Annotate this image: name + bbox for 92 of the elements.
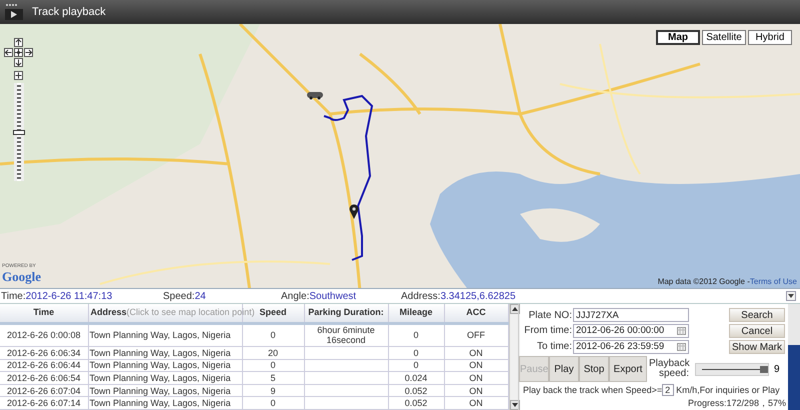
- table-cell: Town Planning Way, Lagos, Nigeria: [88, 396, 242, 410]
- table-cell: ON: [444, 396, 508, 410]
- field-label: From time:: [523, 325, 573, 336]
- table-cell: 2012-6-26 6:07:14: [0, 396, 88, 410]
- action-button[interactable]: Show Mark: [729, 340, 785, 354]
- table-cell: 2012-6-26 6:06:44: [0, 359, 88, 372]
- info-value: 3.34125,6.62825: [440, 290, 516, 302]
- up-arrow-icon[interactable]: [512, 307, 518, 311]
- car-icon: [306, 90, 324, 100]
- info-label: Time:: [1, 290, 26, 302]
- pan-up-button[interactable]: [14, 38, 23, 47]
- scroll-down-button[interactable]: [510, 400, 520, 410]
- table-cell: 0: [242, 323, 304, 346]
- table-cell: Town Planning Way, Lagos, Nigeria: [88, 359, 242, 372]
- play-icon: [4, 3, 24, 21]
- table-cell: 5: [242, 372, 304, 384]
- input-field[interactable]: 2012-06-26 23:59:59: [573, 340, 689, 354]
- scrollbar-thumb[interactable]: [788, 345, 800, 410]
- table-cell: Town Planning Way, Lagos, Nigeria: [88, 384, 242, 397]
- map-attribution: Map data ©2012 Google -: [658, 277, 750, 286]
- threshold-note: Km/h,For inquiries or Play: [676, 385, 780, 395]
- table-cell: 2012-6-26 0:00:08: [0, 323, 88, 346]
- zoom-slider[interactable]: [14, 83, 24, 181]
- info-label: Angle:: [281, 290, 310, 302]
- info-label: Speed:: [163, 290, 195, 302]
- table-cell: 0.052: [388, 396, 444, 410]
- calendar-icon[interactable]: [677, 326, 686, 335]
- table-cell: 0.052: [388, 384, 444, 397]
- table-cell: ON: [444, 372, 508, 384]
- table-cell: Town Planning Way, Lagos, Nigeria: [88, 346, 242, 360]
- table-cell: 0: [388, 323, 444, 346]
- info-label: Address:: [401, 290, 440, 302]
- field-label: To time:: [536, 341, 573, 352]
- column-header: Address: [90, 307, 127, 318]
- progress-text: Progress:172/298，57%: [686, 397, 787, 410]
- center-button[interactable]: [14, 48, 23, 57]
- table-cell: ON: [444, 359, 508, 372]
- action-button[interactable]: Search: [729, 308, 785, 322]
- column-header: Parking Duration:: [304, 304, 388, 324]
- playback-button[interactable]: Export: [609, 356, 647, 382]
- table-cell: Town Planning Way, Lagos, Nigeria: [88, 372, 242, 384]
- table-cell: 0: [242, 359, 304, 372]
- threshold-label: Play back the track when Speed>=: [523, 385, 662, 395]
- column-hint: (Click to see map location point): [126, 307, 255, 318]
- table-cell: 6hour 6minute 16second: [304, 323, 388, 346]
- input-field[interactable]: 2012-06-26 00:00:00: [573, 324, 689, 338]
- table-cell: 0.024: [388, 372, 444, 384]
- table-cell: 20: [242, 346, 304, 360]
- scroll-up-button[interactable]: [510, 304, 520, 314]
- zoom-slider-thumb[interactable]: [12, 130, 24, 134]
- map-pin-icon: [348, 204, 360, 220]
- caret-icon[interactable]: [788, 294, 794, 298]
- terms-link[interactable]: Terms of Use: [750, 277, 797, 286]
- table-cell: 0: [242, 396, 304, 410]
- zoom-in-button[interactable]: [14, 71, 23, 80]
- field-label: Plate NO:: [528, 310, 573, 321]
- action-button[interactable]: Cancel: [729, 324, 785, 338]
- window-title: Track playback: [32, 6, 106, 18]
- speed-label: Playback speed:: [649, 359, 689, 379]
- pan-down-button[interactable]: [14, 58, 23, 67]
- column-header: Mileage: [388, 304, 444, 324]
- table-cell: 2012-6-26 6:06:54: [0, 372, 88, 384]
- map-type-button[interactable]: Satellite: [702, 30, 746, 45]
- table-cell: 2012-6-26 6:06:34: [0, 346, 88, 360]
- pan-left-button[interactable]: [4, 48, 13, 57]
- map-type-button[interactable]: Hybrid: [748, 30, 792, 45]
- playback-button[interactable]: Stop: [579, 356, 609, 382]
- table-cell: 0: [388, 359, 444, 372]
- dropdown-button[interactable]: [786, 291, 796, 301]
- table-cell: ON: [444, 384, 508, 397]
- input-field[interactable]: JJJ727XA: [573, 308, 689, 322]
- logo: Google: [2, 269, 41, 285]
- table-cell: OFF: [444, 323, 508, 346]
- info-value: 24: [194, 290, 206, 302]
- column-header: ACC: [444, 304, 508, 324]
- info-value: 2012-6-26 11:47:13: [26, 290, 112, 302]
- info-value: Southwest: [309, 290, 356, 302]
- speed-slider[interactable]: [695, 362, 769, 376]
- down-arrow-icon[interactable]: [512, 403, 518, 407]
- pan-right-button[interactable]: [24, 48, 33, 57]
- column-header: Time: [0, 304, 88, 324]
- table-cell: ON: [444, 346, 508, 360]
- calendar-icon[interactable]: [677, 342, 686, 351]
- scrollbar[interactable]: [788, 304, 800, 410]
- table-cell: 0: [388, 346, 444, 360]
- playback-button[interactable]: Play: [549, 356, 579, 382]
- table-cell: 2012-6-26 6:07:04: [0, 384, 88, 397]
- speed-threshold-field[interactable]: 2: [662, 384, 674, 396]
- table-cell: Town Planning Way, Lagos, Nigeria: [88, 323, 242, 346]
- speed-value: 9: [774, 364, 780, 374]
- map-type-button[interactable]: Map: [656, 30, 700, 45]
- table-cell: 9: [242, 384, 304, 397]
